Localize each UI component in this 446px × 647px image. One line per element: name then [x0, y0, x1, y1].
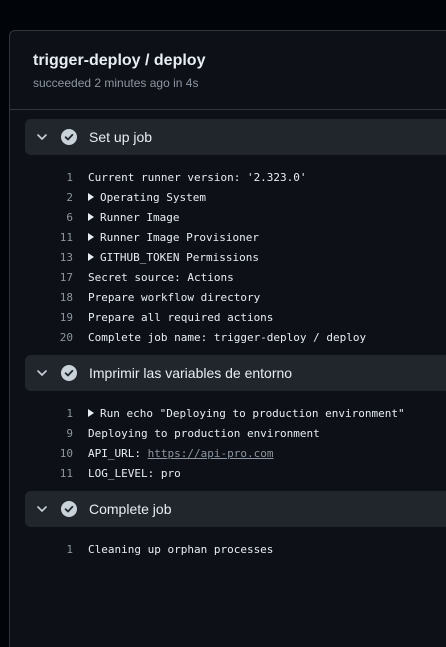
- log-text: Operating System: [100, 190, 206, 204]
- expand-triangle-icon[interactable]: [88, 233, 94, 241]
- log-text-container: Deploying to production environment: [88, 427, 320, 440]
- log-line: 11 LOG_LEVEL: pro: [25, 463, 446, 483]
- log-text-container: Cleaning up orphan processes: [88, 543, 273, 556]
- line-number[interactable]: 1: [25, 407, 73, 420]
- line-number[interactable]: 2: [25, 191, 73, 204]
- step-log: 1 Current runner version: '2.323.0' 2 Opera…: [25, 155, 446, 355]
- log-line[interactable]: 13 GITHUB_TOKEN Permissions: [25, 247, 446, 267]
- log-text: API_URL:: [88, 446, 148, 460]
- step-header[interactable]: Complete job: [25, 491, 446, 527]
- log-text-container: Complete job name: trigger-deploy / depl…: [88, 331, 366, 344]
- log-line: 17 Secret source: Actions: [25, 267, 446, 287]
- log-line: 20 Complete job name: trigger-deploy / de…: [25, 327, 446, 347]
- log-text-container: Run echo "Deploying to production enviro…: [88, 407, 405, 420]
- expand-triangle-icon[interactable]: [88, 193, 94, 201]
- log-text: Current runner version: '2.323.0': [88, 170, 307, 184]
- log-line[interactable]: 6 Runner Image: [25, 207, 446, 227]
- expand-triangle-icon[interactable]: [88, 409, 94, 417]
- line-number[interactable]: 19: [25, 311, 73, 324]
- log-text-container: GITHUB_TOKEN Permissions: [88, 251, 259, 264]
- line-number[interactable]: 6: [25, 211, 73, 224]
- log-text: Prepare all required actions: [88, 310, 274, 324]
- log-text: Prepare workflow directory: [88, 290, 261, 304]
- log-text-container: Runner Image: [88, 211, 179, 224]
- expand-triangle-icon[interactable]: [88, 253, 94, 261]
- line-number[interactable]: 11: [25, 231, 73, 244]
- log-line[interactable]: 11 Runner Image Provisioner: [25, 227, 446, 247]
- log-line: 9 Deploying to production environment: [25, 423, 446, 443]
- log-text-container: Prepare workflow directory: [88, 291, 260, 304]
- line-number[interactable]: 9: [25, 427, 73, 440]
- steps-list: Set up job 1 Current runner version: '2.32…: [10, 110, 446, 567]
- line-number[interactable]: 18: [25, 291, 73, 304]
- line-number[interactable]: 1: [25, 171, 73, 184]
- log-text: GITHUB_TOKEN Permissions: [100, 250, 259, 264]
- step-title: Complete job: [89, 501, 172, 517]
- log-line[interactable]: 2 Operating System: [25, 187, 446, 207]
- log-text-container: Secret source: Actions: [88, 271, 234, 284]
- step-header[interactable]: Imprimir las variables de entorno: [25, 355, 446, 391]
- log-text: LOG_LEVEL: pro: [88, 466, 181, 480]
- line-number[interactable]: 17: [25, 271, 73, 284]
- step-title: Set up job: [89, 129, 153, 145]
- log-text-container: Prepare all required actions: [88, 311, 273, 324]
- log-text-container: API_URL: https://api-pro.com: [88, 447, 273, 460]
- line-number[interactable]: 1: [25, 543, 73, 556]
- log-line: 18 Prepare workflow directory: [25, 287, 446, 307]
- log-line: 19 Prepare all required actions: [25, 307, 446, 327]
- step-title: Imprimir las variables de entorno: [89, 365, 293, 381]
- step-section: Imprimir las variables de entorno 1 Run ec…: [25, 355, 446, 491]
- log-text: Deploying to production environment: [88, 426, 320, 440]
- chevron-down-icon[interactable]: [34, 501, 50, 517]
- log-line: 10 API_URL: https://api-pro.com: [25, 443, 446, 463]
- log-text: Runner Image Provisioner: [100, 230, 259, 244]
- step-section: Complete job 1 Cleaning up orphan processe…: [25, 491, 446, 567]
- log-text-container: Runner Image Provisioner: [88, 231, 259, 244]
- log-text: Cleaning up orphan processes: [88, 542, 274, 556]
- step-section: Set up job 1 Current runner version: '2.32…: [25, 119, 446, 355]
- log-text-container: Current runner version: '2.323.0': [88, 171, 307, 184]
- log-text-container: Operating System: [88, 191, 206, 204]
- check-circle-icon: [61, 501, 77, 517]
- job-log-panel: trigger-deploy / deploy succeeded 2 minu…: [9, 30, 446, 647]
- log-line: 1 Cleaning up orphan processes: [25, 539, 446, 559]
- line-number[interactable]: 10: [25, 447, 73, 460]
- step-log: 1 Cleaning up orphan processes: [25, 527, 446, 567]
- log-text: Complete job name: trigger-deploy / depl…: [88, 330, 367, 344]
- chevron-down-icon[interactable]: [34, 129, 50, 145]
- log-link[interactable]: https://api-pro.com: [148, 447, 274, 460]
- line-number[interactable]: 20: [25, 331, 73, 344]
- line-number[interactable]: 11: [25, 467, 73, 480]
- log-line[interactable]: 1 Run echo "Deploying to production envir…: [25, 403, 446, 423]
- line-number[interactable]: 13: [25, 251, 73, 264]
- log-line: 1 Current runner version: '2.323.0': [25, 167, 446, 187]
- log-text: Secret source: Actions: [88, 270, 234, 284]
- step-log: 1 Run echo "Deploying to production envir…: [25, 391, 446, 491]
- log-text: Runner Image: [100, 210, 180, 224]
- job-status-summary: succeeded 2 minutes ago in 4s: [33, 76, 199, 90]
- log-text-container: LOG_LEVEL: pro: [88, 467, 181, 480]
- check-circle-icon: [61, 129, 77, 145]
- job-header: trigger-deploy / deploy succeeded 2 minu…: [10, 31, 446, 110]
- expand-triangle-icon[interactable]: [88, 213, 94, 221]
- step-header[interactable]: Set up job: [25, 119, 446, 155]
- chevron-down-icon[interactable]: [34, 365, 50, 381]
- check-circle-icon: [61, 365, 77, 381]
- job-title: trigger-deploy / deploy: [33, 52, 206, 69]
- log-text: Run echo "Deploying to production enviro…: [100, 406, 405, 420]
